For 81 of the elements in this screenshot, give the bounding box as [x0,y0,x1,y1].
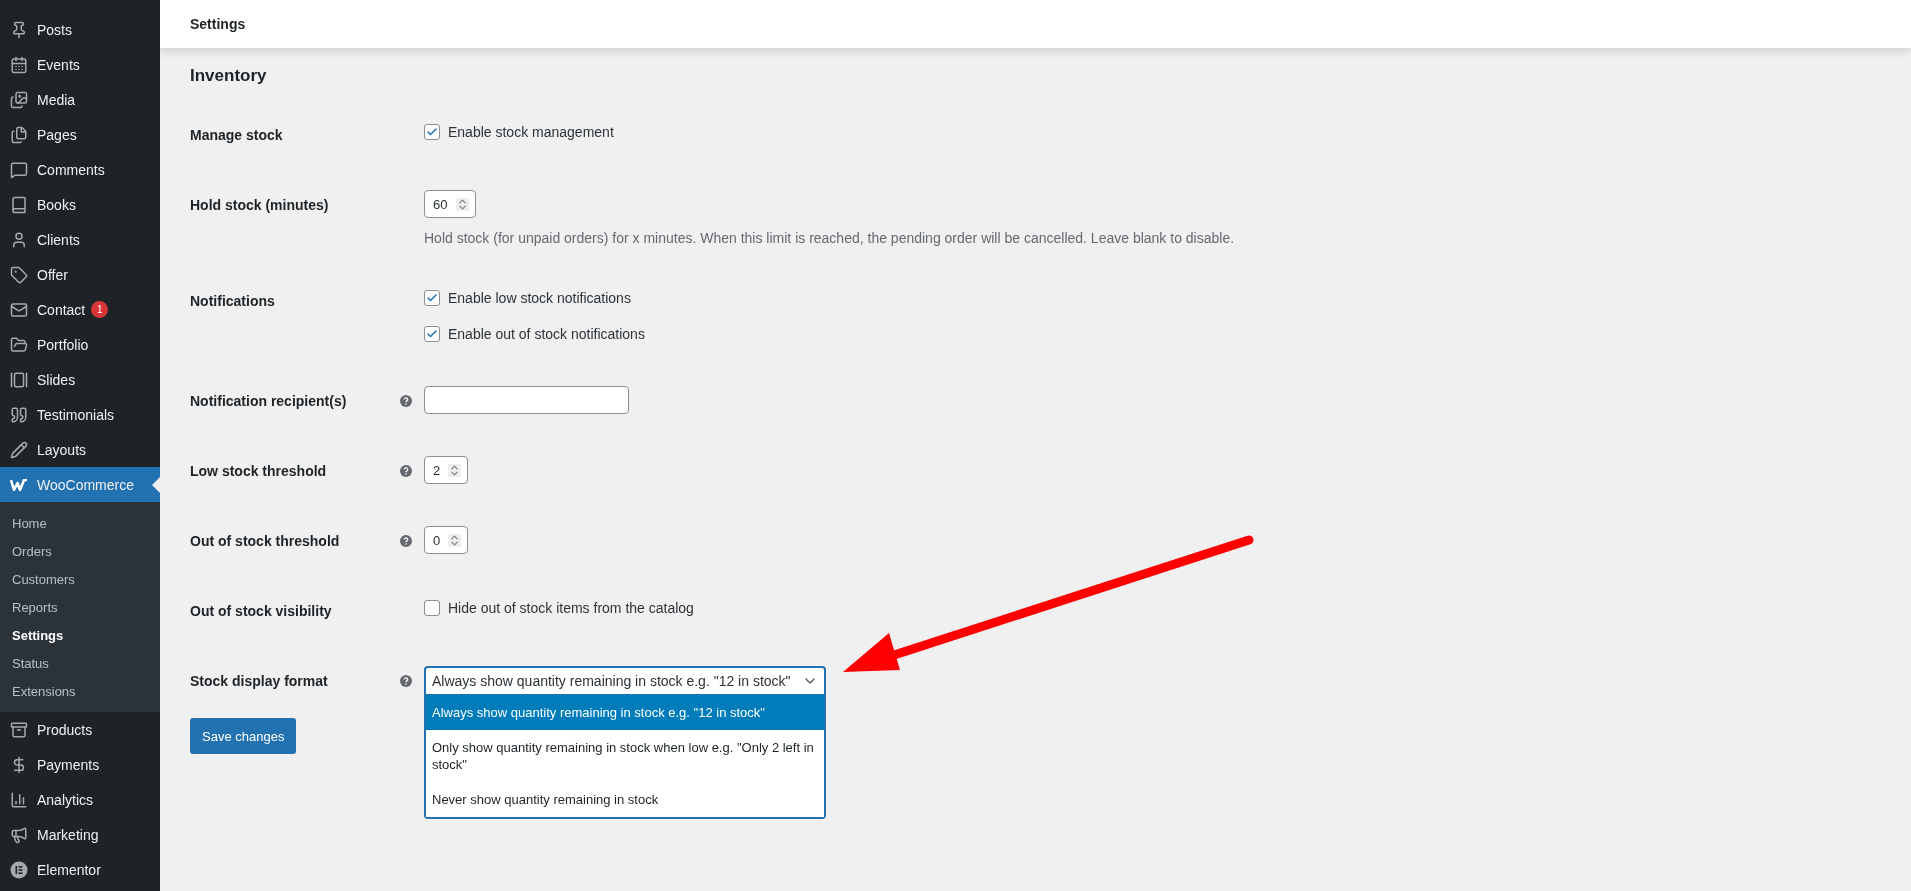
checkbox[interactable] [424,290,440,306]
sidebar-item[interactable]: Media [0,82,160,117]
submenu-item[interactable]: Orders [0,537,160,565]
checkbox-label: Hide out of stock items from the catalog [448,599,694,618]
field-label: Hold stock (minutes) [190,196,330,215]
sidebar-item[interactable]: Clients [0,222,160,257]
sidebar-item[interactable]: Testimonials [0,397,160,432]
sidebar-item[interactable]: Posts [0,12,160,47]
checkmark-icon [426,292,438,304]
stepper-icon[interactable] [448,463,461,477]
checkbox-label: Enable stock management [448,123,614,142]
speech-bubble-icon [10,160,28,179]
help-icon[interactable] [400,535,412,547]
slides-icon [10,370,28,389]
checkbox[interactable] [424,124,440,140]
submenu-item[interactable]: Reports [0,593,160,621]
book-icon [10,195,28,214]
help-icon[interactable] [400,395,412,407]
checkmark-icon [426,328,438,340]
sidebar-item[interactable]: Analytics [0,782,160,817]
checkbox[interactable] [424,600,440,616]
sidebar-item[interactable]: Slides [0,362,160,397]
sidebar-item[interactable]: Portfolio [0,327,160,362]
field-label: Notification recipient(s) [190,392,348,411]
field-label: Stock display format [190,672,329,691]
sidebar-item[interactable]: Offer [0,257,160,292]
field-label: Low stock threshold [190,462,328,481]
checkbox-label: Enable low stock notifications [448,289,631,308]
quote-icon [10,405,28,424]
submenu-item[interactable]: Home [0,509,160,537]
number-field[interactable]: 2 [424,456,468,484]
sidebar-item[interactable]: Pages [0,117,160,152]
megaphone-icon [10,825,28,844]
e-logo-icon [10,860,28,879]
help-icon[interactable] [400,465,412,477]
stepper-icon[interactable] [448,533,461,547]
sidebar-item[interactable]: Books [0,187,160,222]
stepper-icon[interactable] [456,197,469,211]
help-icon[interactable] [400,675,412,687]
pin-icon [10,20,28,39]
field-label: Out of stock visibility [190,602,333,621]
folder-icon [10,335,28,354]
number-field[interactable]: 60 [424,190,476,218]
field-label: Out of stock threshold [190,532,341,551]
pencil-icon [10,440,28,459]
envelope-icon [10,300,28,319]
checkmark-icon [426,126,438,138]
images-icon [10,90,28,109]
bar-chart-icon [10,790,28,809]
sidebar-item[interactable]: Events [0,47,160,82]
tag-icon [10,265,28,284]
sidebar-item[interactable]: Layouts [0,432,160,467]
archive-icon [10,720,28,739]
sidebar-item[interactable]: Payments [0,747,160,782]
w-logo-icon [10,478,28,491]
sidebar-item[interactable]: Marketing [0,817,160,852]
notification-badge: 1 [91,301,109,318]
person-icon [10,230,28,249]
field-description: Hold stock (for unpaid orders) for x minutes. When this limit is reached, the pending order will be cancelled. Leave blank to disable. [424,230,1236,246]
submenu-item[interactable]: Customers [0,565,160,593]
input-field[interactable] [424,386,629,414]
submenu-item[interactable]: Extensions [0,677,160,705]
dropdown-option[interactable]: Always show quantity remaining in stock e.g. "12 in stock" [426,695,824,730]
pages-icon [10,125,28,144]
field-label: Notifications [190,292,276,311]
sidebar-item[interactable]: Contact 1 [0,292,160,327]
save-button[interactable]: Save changes [190,718,297,754]
field-label: Manage stock [190,126,284,145]
submenu-item[interactable]: Status [0,649,160,677]
sidebar-item[interactable]: Products [0,712,160,747]
checkbox-label: Enable out of stock notifications [448,325,645,344]
submenu-item[interactable]: Settings [0,621,160,649]
number-field[interactable]: 0 [424,526,468,554]
sidebar-item[interactable]: WooCommerce [0,467,160,502]
calendar-icon [10,55,28,74]
sidebar-item[interactable]: Elementor [0,852,160,887]
page-title: Settings [190,16,246,32]
sidebar-item[interactable]: Comments [0,152,160,187]
checkbox[interactable] [424,326,440,342]
select-field[interactable]: Always show quantity remaining in stock e.g. "12 in stock" [424,666,826,696]
section-title: Inventory [190,66,268,86]
